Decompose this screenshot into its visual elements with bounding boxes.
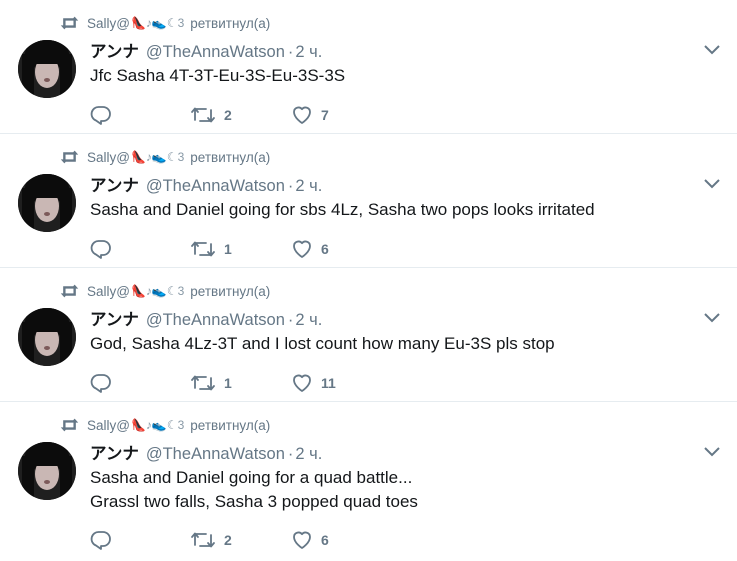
retweet-icon [191, 532, 215, 548]
chevron-down-icon[interactable] [703, 446, 721, 458]
retweet-context: Sally@ 👠♪👟☾3 ретвитнул(а) [60, 416, 270, 434]
retweet-count: 2 [224, 532, 232, 548]
tweet-text: Sasha and Daniel going for a quad battle… [90, 466, 710, 514]
chevron-down-icon[interactable] [703, 44, 721, 56]
avatar[interactable] [18, 442, 76, 500]
retweeter-emoji: 👠♪👟☾3 [130, 284, 185, 298]
tweet-header: アンナ @TheAnnaWatson · 2 ч. [90, 440, 322, 464]
retweet-button[interactable]: 2 [190, 530, 291, 550]
timestamp[interactable]: 2 ч. [295, 177, 322, 196]
reply-button[interactable] [90, 105, 190, 125]
timestamp[interactable]: 2 ч. [295, 311, 322, 330]
tweet-actions: 1 11 [90, 373, 371, 393]
tweet[interactable]: Sally@ 👠♪👟☾3 ретвитнул(а) アンナ @TheAnnaWa… [0, 268, 737, 402]
retweeter-emoji: 👠♪👟☾3 [130, 418, 185, 432]
tweet-actions: 2 6 [90, 530, 371, 550]
retweet-count: 1 [224, 241, 232, 257]
retweeter-emoji: 👠♪👟☾3 [130, 150, 185, 164]
like-count: 11 [321, 375, 336, 391]
like-count: 7 [321, 107, 329, 123]
retweet-context: Sally@ 👠♪👟☾3 ретвитнул(а) [60, 148, 270, 166]
tweet[interactable]: Sally@ 👠♪👟☾3 ретвитнул(а) アンナ @TheAnnaWa… [0, 402, 737, 561]
author-name[interactable]: アンナ [90, 38, 139, 62]
retweet-icon [191, 107, 215, 123]
retweeter-name[interactable]: Sally@ [87, 284, 130, 299]
chevron-down-icon[interactable] [703, 178, 721, 190]
like-button[interactable]: 6 [291, 530, 371, 550]
avatar[interactable] [18, 40, 76, 98]
retweeter-name[interactable]: Sally@ [87, 16, 130, 31]
tweet-header: アンナ @TheAnnaWatson · 2 ч. [90, 306, 322, 330]
author-handle[interactable]: @TheAnnaWatson [146, 311, 285, 330]
avatar[interactable] [18, 308, 76, 366]
tweet[interactable]: Sally@ 👠♪👟☾3 ретвитнул(а) アンナ @TheAnnaWa… [0, 0, 737, 134]
retweet-button[interactable]: 2 [190, 105, 291, 125]
retweet-button[interactable]: 1 [190, 239, 291, 259]
author-handle[interactable]: @TheAnnaWatson [146, 445, 285, 464]
tweet-actions: 2 7 [90, 105, 371, 125]
tweet[interactable]: Sally@ 👠♪👟☾3 ретвитнул(а) アンナ @TheAnnaWa… [0, 134, 737, 268]
tweet-text: God, Sasha 4Lz-3T and I lost count how m… [90, 332, 710, 356]
author-name[interactable]: アンナ [90, 440, 139, 464]
reply-icon [90, 106, 111, 125]
retweet-context: Sally@ 👠♪👟☾3 ретвитнул(а) [60, 14, 270, 32]
retweeter-name[interactable]: Sally@ [87, 150, 130, 165]
separator-dot: · [287, 43, 294, 61]
retweet-icon [60, 150, 79, 164]
like-count: 6 [321, 532, 329, 548]
timestamp[interactable]: 2 ч. [295, 43, 322, 62]
reply-button[interactable] [90, 239, 190, 259]
tweet-text: Jfc Sasha 4T-3T-Eu-3S-Eu-3S-3S [90, 64, 710, 88]
reply-icon [90, 240, 111, 259]
retweet-label: ретвитнул(а) [190, 283, 271, 299]
like-button[interactable]: 11 [291, 373, 371, 393]
retweet-label: ретвитнул(а) [190, 15, 271, 31]
heart-icon [293, 374, 311, 392]
like-button[interactable]: 7 [291, 105, 371, 125]
tweet-actions: 1 6 [90, 239, 371, 259]
reply-button[interactable] [90, 530, 190, 550]
retweeter-name[interactable]: Sally@ [87, 418, 130, 433]
tweet-text-line: Jfc Sasha 4T-3T-Eu-3S-Eu-3S-3S [90, 66, 346, 85]
tweet-text-line: Grassl two falls, Sasha 3 popped quad to… [90, 492, 418, 511]
author-handle[interactable]: @TheAnnaWatson [146, 177, 285, 196]
heart-icon [293, 531, 311, 549]
tweet-header: アンナ @TheAnnaWatson · 2 ч. [90, 38, 322, 62]
heart-icon [293, 106, 311, 124]
retweet-icon [191, 375, 215, 391]
tweet-text-line: Sasha and Daniel going for sbs 4Lz, Sash… [90, 200, 595, 219]
retweet-label: ретвитнул(а) [190, 417, 271, 433]
reply-button[interactable] [90, 373, 190, 393]
retweet-icon [191, 241, 215, 257]
tweet-header: アンナ @TheAnnaWatson · 2 ч. [90, 172, 322, 196]
author-name[interactable]: アンナ [90, 306, 139, 330]
like-count: 6 [321, 241, 329, 257]
retweet-button[interactable]: 1 [190, 373, 291, 393]
like-button[interactable]: 6 [291, 239, 371, 259]
tweet-text: Sasha and Daniel going for sbs 4Lz, Sash… [90, 198, 710, 222]
timestamp[interactable]: 2 ч. [295, 445, 322, 464]
reply-icon [90, 374, 111, 393]
avatar[interactable] [18, 174, 76, 232]
separator-dot: · [287, 445, 294, 463]
retweet-icon [60, 284, 79, 298]
retweet-icon [60, 418, 79, 432]
tweet-feed: Sally@ 👠♪👟☾3 ретвитнул(а) アンナ @TheAnnaWa… [0, 0, 737, 561]
tweet-text-line: Sasha and Daniel going for a quad battle… [90, 468, 413, 487]
separator-dot: · [287, 177, 294, 195]
retweet-context: Sally@ 👠♪👟☾3 ретвитнул(а) [60, 282, 270, 300]
author-name[interactable]: アンナ [90, 172, 139, 196]
tweet-text-line: God, Sasha 4Lz-3T and I lost count how m… [90, 334, 555, 353]
retweet-icon [60, 16, 79, 30]
separator-dot: · [287, 311, 294, 329]
retweeter-emoji: 👠♪👟☾3 [130, 16, 185, 30]
heart-icon [293, 240, 311, 258]
reply-icon [90, 531, 111, 550]
author-handle[interactable]: @TheAnnaWatson [146, 43, 285, 62]
retweet-label: ретвитнул(а) [190, 149, 271, 165]
retweet-count: 2 [224, 107, 232, 123]
chevron-down-icon[interactable] [703, 312, 721, 324]
retweet-count: 1 [224, 375, 232, 391]
